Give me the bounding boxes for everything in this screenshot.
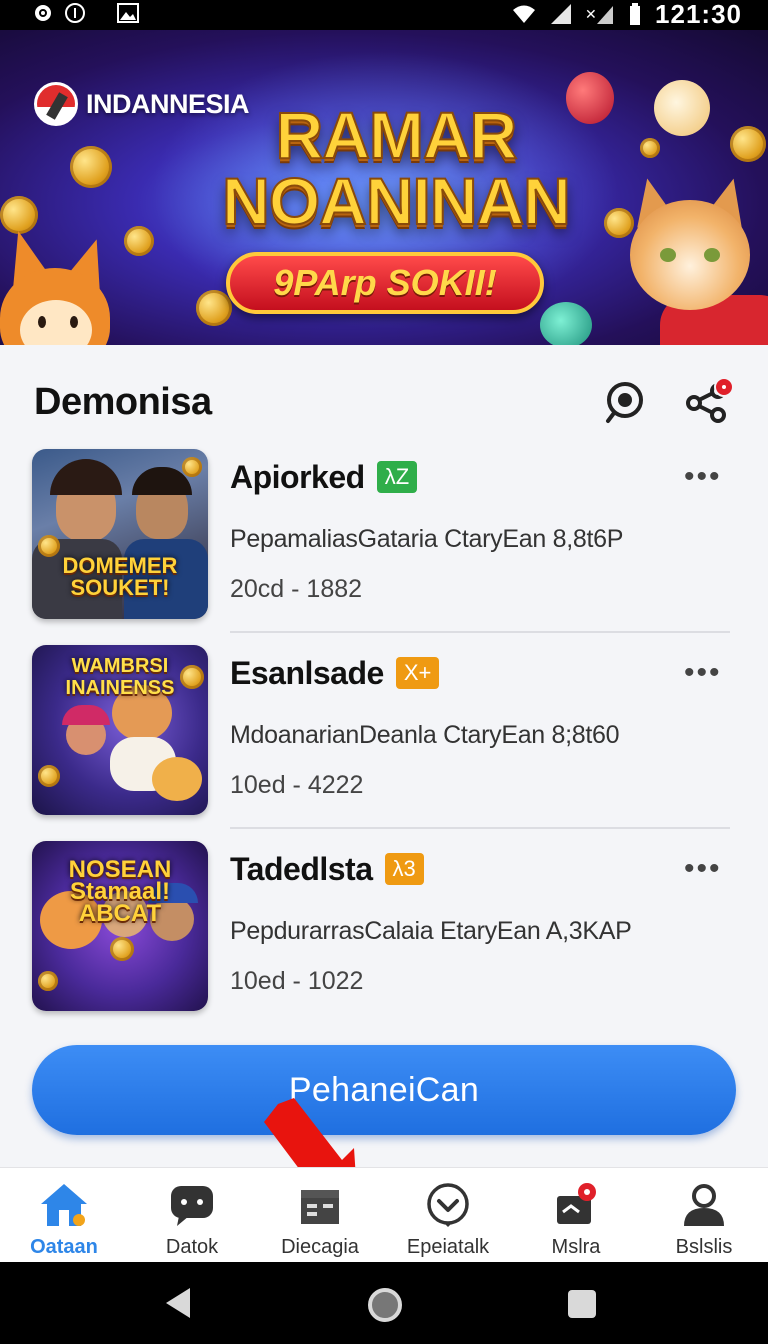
disc-icon xyxy=(540,302,592,345)
list-item[interactable]: DOMEMER SOUKET! Apiorked λZ ••• Pepamalia… xyxy=(0,449,768,645)
more-options-button[interactable]: ••• xyxy=(684,854,722,884)
game-thumbnail[interactable]: NOSEAN Stamaal! ABCAT xyxy=(32,841,208,1011)
battery-icon xyxy=(630,3,641,25)
item-title-row: Tadedlsta λ3 xyxy=(230,851,424,888)
cat-mascot-icon xyxy=(600,173,768,345)
store-icon xyxy=(301,1190,339,1224)
divider xyxy=(230,631,730,633)
nav-item-home[interactable]: Oataan xyxy=(0,1168,128,1263)
notification-dot xyxy=(714,377,734,397)
item-subtitle: MdoanarianDeanla CtaryEan 8;8t60 xyxy=(230,721,620,749)
brand-logo-icon xyxy=(34,82,78,126)
item-title-row: Esanlsade X+ xyxy=(230,655,440,692)
item-title: Apiorked xyxy=(230,459,365,495)
system-navigation-bar xyxy=(0,1262,768,1344)
mascot-icon xyxy=(654,80,710,136)
game-thumbnail[interactable]: WAMBRSI INAINENSS xyxy=(32,645,208,815)
nav-item-inbox[interactable]: Mslra xyxy=(512,1168,640,1263)
heart-badge-icon xyxy=(427,1183,469,1227)
list-item[interactable]: WAMBRSI INAINENSS Esanlsade X+ ••• Mdoana… xyxy=(0,645,768,841)
item-subtitle: PepdurarrasCalaia EtaryEan A,3KAP xyxy=(230,917,632,945)
rating-badge: λ3 xyxy=(384,853,424,885)
item-meta: 10ed - 4222 xyxy=(230,771,364,799)
divider xyxy=(230,827,730,829)
list-item[interactable]: NOSEAN Stamaal! ABCAT Tadedlsta λ3 ••• Pe… xyxy=(0,841,768,1037)
nav-item-favorites[interactable]: Epeiatalk xyxy=(384,1168,512,1263)
banner-headline: RAMAR NOANINAN xyxy=(196,98,596,238)
clock: 121:30 xyxy=(655,0,742,29)
thumbnail-title: NOSEAN Stamaal! ABCAT xyxy=(68,856,172,927)
coin-icon xyxy=(640,138,660,158)
fox-mascot-icon xyxy=(0,225,120,345)
nav-label: Mslra xyxy=(551,1236,601,1258)
image-icon xyxy=(117,3,139,23)
banner-pill[interactable]: 9PArp SOKII! xyxy=(226,252,544,314)
coin-icon xyxy=(70,146,112,188)
rating-badge: λZ xyxy=(376,461,418,493)
coin-icon xyxy=(730,126,766,162)
chat-icon xyxy=(171,1186,213,1226)
inbox-icon xyxy=(557,1183,596,1224)
thumbnail-title: DOMEMER SOUKET! xyxy=(62,553,178,600)
thumbnail-title: WAMBRSI INAINENSS xyxy=(65,655,175,699)
content-panel: Demonisa DOMEMER SOUKET! Apiorked λZ •••… xyxy=(0,345,768,1167)
nav-item-profile[interactable]: Bslslis xyxy=(640,1168,768,1263)
item-title: Esanlsade xyxy=(230,655,384,691)
wifi-icon xyxy=(513,5,536,23)
item-subtitle: PepamaliasGataria CtaryEan 8,8t6P xyxy=(230,525,624,553)
primary-cta-button[interactable]: PehaneiCan xyxy=(32,1045,736,1135)
share-button[interactable] xyxy=(682,377,734,427)
nav-label: Oataan xyxy=(30,1236,98,1258)
game-thumbnail[interactable]: DOMEMER SOUKET! xyxy=(32,449,208,619)
home-circle-icon[interactable] xyxy=(368,1288,402,1322)
promo-banner[interactable]: INDANNESIA RAMAR NOANINAN 9PArp SOKII! xyxy=(0,30,768,345)
nav-label: Datok xyxy=(165,1236,219,1258)
item-meta: 20cd - 1882 xyxy=(230,575,363,603)
profile-icon xyxy=(684,1184,724,1226)
headline-line-2: NOANINAN xyxy=(221,164,572,238)
item-meta: 10ed - 1022 xyxy=(230,967,364,995)
mute-icon: ✕ xyxy=(585,6,614,24)
bottom-navigation: Oataan Datok Diecagia Epeiatalk Mslra Bs… xyxy=(0,1167,768,1262)
nav-item-store[interactable]: Diecagia xyxy=(256,1168,384,1263)
nav-label: Bslslis xyxy=(675,1236,733,1258)
gear-icon xyxy=(35,5,51,21)
home-icon xyxy=(41,1184,87,1226)
item-title-row: Apiorked λZ xyxy=(230,459,418,496)
headline-line-1: RAMAR xyxy=(275,98,519,172)
section-title: Demonisa xyxy=(34,381,212,423)
coin-icon xyxy=(124,226,154,256)
more-options-button[interactable]: ••• xyxy=(684,462,722,492)
item-title: Tadedlsta xyxy=(230,851,373,887)
search-button[interactable] xyxy=(600,377,650,427)
signal-icon xyxy=(551,4,572,24)
more-options-button[interactable]: ••• xyxy=(684,658,722,688)
search-icon xyxy=(606,382,643,423)
info-icon xyxy=(65,3,85,23)
recents-icon[interactable] xyxy=(568,1290,596,1318)
svg-text:✕: ✕ xyxy=(585,7,597,23)
back-icon[interactable] xyxy=(166,1288,190,1318)
nav-item-chat[interactable]: Datok xyxy=(128,1168,256,1263)
nav-label: Diecagia xyxy=(281,1236,359,1258)
rating-badge: X+ xyxy=(395,657,440,689)
nav-label: Epeiatalk xyxy=(406,1236,490,1258)
status-bar: ✕ 121:30 xyxy=(0,0,768,30)
coin-icon xyxy=(196,290,232,326)
